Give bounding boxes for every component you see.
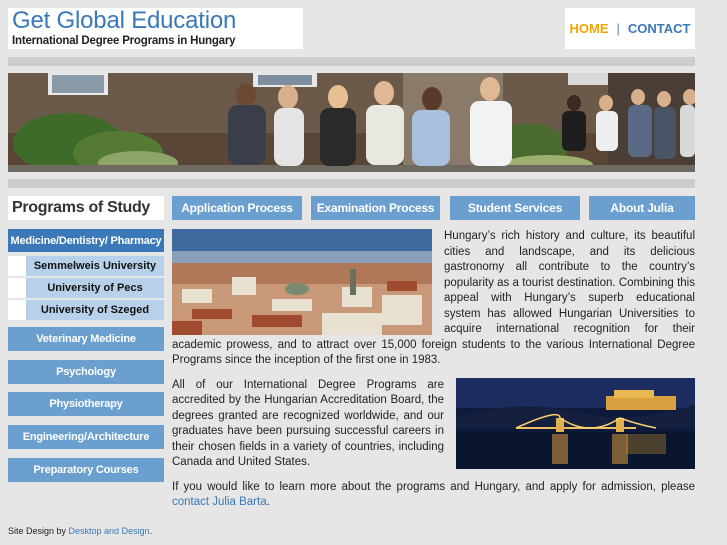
footer-credit: Site Design by Desktop and Design.	[8, 526, 152, 536]
sidebar-item-psychology[interactable]: Psychology	[8, 360, 164, 384]
contact-julia-link[interactable]: contact Julia Barta	[172, 496, 267, 508]
sidebar-subitem-pecs[interactable]: University of Pecs	[8, 278, 164, 298]
tab-student-services[interactable]: Student Services	[450, 196, 580, 220]
site-logo[interactable]: Get Global Education International Degre…	[8, 8, 303, 49]
sidebar-item-veterinary[interactable]: Veterinary Medicine	[8, 327, 164, 351]
students-banner-photo	[8, 73, 695, 172]
sidebar-subitem-semmelweis[interactable]: Semmelweis University	[8, 256, 164, 276]
contact-paragraph-end: .	[266, 496, 270, 508]
footer-designer-link[interactable]: Desktop and Design	[69, 526, 150, 536]
nav-contact-link[interactable]: CONTACT	[628, 21, 691, 36]
nav-home-link[interactable]: HOME	[570, 21, 609, 36]
top-navigation: HOME | CONTACT	[565, 8, 695, 49]
middle-divider-bar	[8, 179, 695, 188]
sidebar-item-physiotherapy[interactable]: Physiotherapy	[8, 392, 164, 416]
top-divider-bar	[8, 57, 695, 66]
logo-subtitle: International Degree Programs in Hungary	[12, 35, 236, 47]
tab-about-julia[interactable]: About Julia	[589, 196, 695, 220]
logo-title: Get Global Education	[12, 7, 237, 34]
nav-separator: |	[616, 21, 620, 36]
budapest-city-photo	[172, 229, 432, 335]
sidebar-subitem-szeged[interactable]: University of Szeged	[8, 300, 164, 320]
main-content: Hungary’s rich history and culture, its …	[172, 229, 695, 520]
sidebar-item-engineering[interactable]: Engineering/Architecture	[8, 425, 164, 449]
chain-bridge-night-photo	[456, 377, 695, 469]
sidebar-subitem-label: Semmelweis University	[26, 256, 164, 276]
sidebar-subitem-label: University of Pecs	[26, 278, 164, 298]
tab-examination-process[interactable]: Examination Process	[311, 196, 440, 220]
contact-paragraph: If you would like to learn more about th…	[172, 480, 695, 511]
sidebar-item-preparatory[interactable]: Preparatory Courses	[8, 458, 164, 482]
footer-prefix: Site Design by	[8, 526, 69, 536]
programs-of-study-heading: Programs of Study	[8, 196, 164, 220]
tab-application-process[interactable]: Application Process	[172, 196, 302, 220]
sidebar-item-medicine[interactable]: Medicine/Dentistry/ Pharmacy	[8, 229, 164, 252]
contact-paragraph-text: If you would like to learn more about th…	[172, 480, 695, 493]
sidebar-subitem-label: University of Szeged	[26, 300, 164, 320]
footer-suffix: .	[149, 526, 153, 536]
